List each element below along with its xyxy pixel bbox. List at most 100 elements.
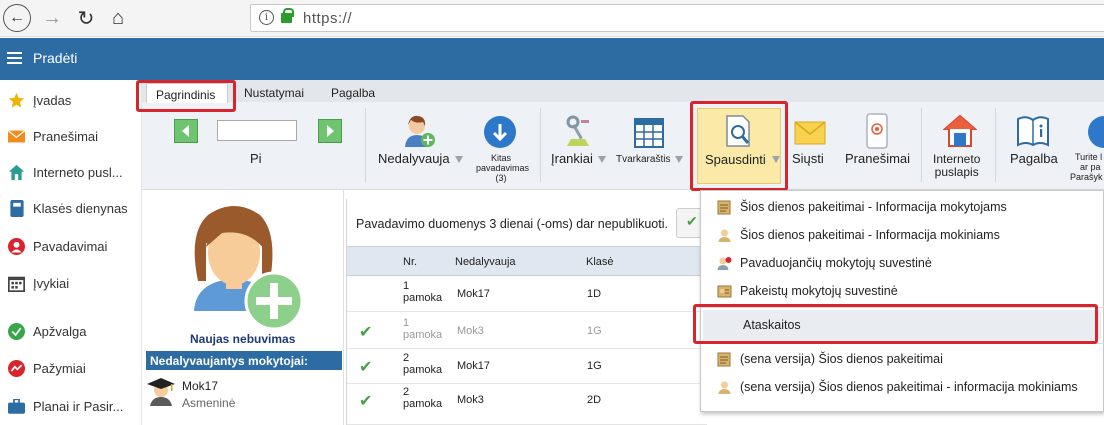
menu-item-old-changes[interactable]: (sena versija) Šios dienos pakeitimai	[701, 345, 1104, 373]
dropdown-arrow-icon	[675, 155, 684, 163]
phone-icon[interactable]	[866, 113, 888, 149]
sidebar-item-apzvalga[interactable]: Apžvalga	[0, 313, 142, 349]
document-list-icon	[717, 200, 731, 214]
print-dropdown-menu: Šios dienos pakeitimai - Informacija mok…	[700, 190, 1104, 412]
help-book-icon[interactable]	[1016, 115, 1050, 147]
unpublished-notice: Pavadavimo duomenys 3 dienai (-oms) dar …	[356, 217, 668, 231]
table-row[interactable]: 1 pamoka Mok17 1D	[347, 276, 707, 312]
kitas-pavadavimas-button[interactable]: Kitas pavadavimas (3)	[476, 153, 529, 183]
menu-item-substitute-summary[interactable]: Pavaduojančių mokytojų suvestinė	[701, 249, 1104, 277]
new-absence-button[interactable]	[178, 203, 308, 333]
app-title[interactable]: Pradėti	[33, 50, 77, 66]
sidebar-item-ivykiai[interactable]: Įvykiai	[0, 265, 142, 301]
student-icon	[718, 381, 731, 394]
tvarkarastis-button[interactable]: Tvarkaraštis	[616, 153, 684, 166]
interneto-puslapis-button[interactable]: Interneto puslapis	[933, 153, 980, 179]
new-absence-panel: Naujas nebuvimas Nedalyvaujantys mokytoj…	[142, 190, 344, 425]
irankiai-button[interactable]: Įrankiai	[551, 152, 606, 165]
siusti-button[interactable]: Siųsti	[792, 152, 824, 165]
briefcase-icon	[8, 398, 25, 415]
teacher-substitute-icon	[717, 256, 732, 270]
reload-icon[interactable]: ↻	[72, 4, 100, 32]
right-triangle-icon	[327, 125, 334, 137]
col-header-klase[interactable]: Klasė	[586, 256, 614, 268]
url-text[interactable]: https://	[303, 10, 352, 27]
col-header-nedalyvauja[interactable]: Nedalyvauja	[455, 256, 516, 268]
home-icon[interactable]: ⌂	[104, 4, 132, 32]
female-avatar-add-icon	[194, 206, 304, 331]
row-class: 1G	[587, 325, 602, 337]
forward-arrow-icon[interactable]: →	[38, 4, 66, 32]
down-arrow-circle-icon[interactable]	[484, 116, 516, 148]
tools-icon[interactable]	[561, 114, 595, 148]
sidebar-item-planai[interactable]: Planai ir Pasir...	[0, 388, 142, 424]
check-icon: ✔	[359, 359, 373, 376]
book-icon	[8, 199, 25, 217]
star-icon	[8, 92, 25, 109]
row-class: 1G	[587, 360, 602, 372]
browser-toolbar: ← → ↻ ⌂ i https://	[0, 0, 1104, 37]
table-header: Nr. Nedalyvauja Klasė	[347, 246, 707, 276]
back-arrow-icon[interactable]: ←	[3, 4, 31, 32]
replaced-teacher-icon	[717, 285, 732, 297]
left-triangle-icon	[182, 125, 189, 137]
sidebar-item-pavadavimai[interactable]: Pavadavimai	[0, 228, 142, 264]
check-icon: ✔	[686, 213, 698, 229]
house-icon	[8, 164, 25, 181]
lock-icon	[281, 8, 294, 23]
tab-pagalba[interactable]: Pagalba	[331, 86, 375, 100]
row-teacher: Mok17	[457, 288, 491, 300]
person-add-icon[interactable]	[402, 114, 436, 150]
row-teacher: Mok17	[457, 360, 491, 372]
table-row[interactable]: ✔ 2 pamoka Mok3 2D	[347, 382, 707, 425]
menu-item-replaced-summary[interactable]: Pakeistų mokytojų suvestinė	[701, 277, 1104, 305]
row-nr: 1 pamoka	[403, 317, 443, 341]
teacher-name[interactable]: Mok17	[182, 379, 218, 393]
ribbon-separator	[365, 108, 366, 182]
ribbon-separator	[921, 108, 922, 182]
row-nr: 1 pamoka	[403, 280, 443, 304]
highlight-spausdinti	[690, 101, 788, 191]
highlight-tab	[136, 80, 236, 112]
hamburger-menu-icon[interactable]	[7, 52, 22, 64]
tab-nustatymai[interactable]: Nustatymai	[244, 86, 304, 100]
app-header: Pradėti	[0, 38, 1104, 80]
send-mail-icon[interactable]	[794, 121, 826, 145]
row-teacher: Mok3	[457, 394, 484, 406]
timetable-grid-icon[interactable]	[634, 118, 664, 148]
next-arrow-button[interactable]	[318, 119, 342, 143]
menu-item-students-changes[interactable]: Šios dienos pakeitimai - Informacija mok…	[701, 221, 1104, 249]
student-icon	[718, 229, 731, 242]
sidebar: Įvadas Pranešimai Interneto pusl... Klas…	[0, 80, 142, 425]
calendar-icon	[8, 275, 25, 292]
table-row[interactable]: ✔ 1 pamoka Mok3 1G	[347, 313, 707, 349]
pagalba-button[interactable]: Pagalba	[1010, 152, 1058, 165]
pi-label: Pi	[250, 151, 262, 166]
row-nr: 2 pamoka	[403, 386, 443, 410]
date-input[interactable]	[217, 120, 297, 141]
address-bar[interactable]: i https://	[250, 4, 1104, 32]
col-header-nr[interactable]: Nr.	[403, 256, 417, 268]
ribbon-separator	[995, 108, 996, 182]
new-absence-label[interactable]: Naujas nebuvimas	[190, 332, 295, 346]
info-icon[interactable]: i	[259, 10, 274, 25]
sidebar-item-pazymiai[interactable]: Pažymiai	[0, 350, 142, 386]
nedalyvauja-button[interactable]: Nedalyvauja	[378, 152, 463, 165]
check-icon: ✔	[359, 324, 373, 341]
menu-item-old-students-changes[interactable]: (sena versija) Šios dienos pakeitimai - …	[701, 373, 1104, 401]
sidebar-item-klases-dienynas[interactable]: Klasės dienynas	[0, 190, 142, 226]
prev-arrow-button[interactable]	[174, 119, 198, 143]
ribbon-separator	[540, 108, 541, 182]
table-row[interactable]: ✔ 2 pamoka Mok17 1G	[347, 348, 707, 384]
sidebar-item-pranesimai[interactable]: Pranešimai	[0, 118, 142, 154]
feedback-button[interactable]: Turite l ar pa Parašyk	[1070, 152, 1103, 182]
grade-icon	[8, 359, 25, 377]
sidebar-item-ivadas[interactable]: Įvadas	[0, 82, 142, 118]
teacher-subtitle: Asmeninė	[182, 396, 236, 410]
menu-item-teachers-changes[interactable]: Šios dienos pakeitimai - Informacija mok…	[701, 193, 1104, 221]
pranesimai-button[interactable]: Pranešimai	[845, 152, 910, 165]
row-nr: 2 pamoka	[403, 352, 443, 376]
sidebar-item-interneto[interactable]: Interneto pusl...	[0, 154, 142, 190]
document-list-icon	[717, 352, 731, 366]
website-house-icon[interactable]	[942, 114, 978, 148]
